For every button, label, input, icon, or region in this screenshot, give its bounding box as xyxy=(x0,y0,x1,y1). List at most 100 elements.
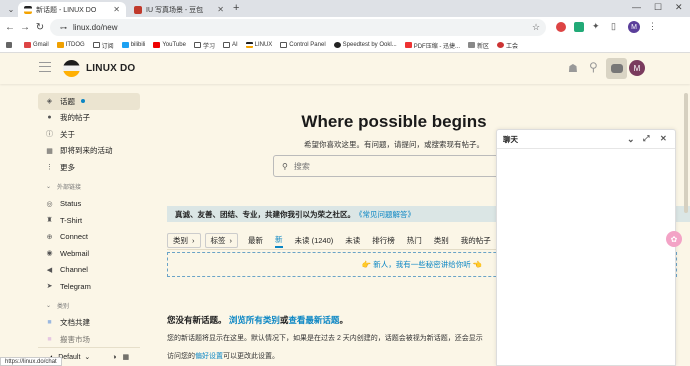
chat-drawer: 聊天 ⌄ ⤢ ✕ xyxy=(496,129,676,366)
bookmark-pdf[interactable]: PDF压缩 - 迅捷... xyxy=(404,41,460,50)
extension-icon[interactable] xyxy=(574,22,584,32)
bookmark-bilibili[interactable]: bilibili xyxy=(121,42,145,48)
bookmark-control-panel[interactable]: Control Panel xyxy=(280,42,326,48)
site-header: LINUX DO ☗ ⚲ M xyxy=(0,53,690,84)
preferences-link[interactable]: 偏好设置 xyxy=(195,353,223,360)
tab-latest[interactable]: 最新 xyxy=(248,233,263,248)
bookmark-itdog[interactable]: ITDOG xyxy=(56,42,85,48)
tab-new[interactable]: 新 xyxy=(275,233,283,248)
sidebar-link-tshirt[interactable]: ♜ T-Shirt xyxy=(38,212,140,229)
tab-search-icon[interactable]: ⌄ xyxy=(4,2,18,16)
gmail-icon xyxy=(24,42,31,48)
maximize-button[interactable]: ☐ xyxy=(654,2,662,13)
extension-icon[interactable] xyxy=(556,22,566,32)
extensions-puzzle-icon[interactable]: ✦ xyxy=(592,21,600,32)
tab-linuxdo[interactable]: 新话题 - LINUX DO ✕ xyxy=(18,2,126,17)
sidebar-category-docs[interactable]: ■ 文档共建 xyxy=(38,315,140,332)
reload-icon[interactable]: ↻ xyxy=(33,20,47,34)
calendar-icon: ▦ xyxy=(46,147,53,155)
chat-button[interactable] xyxy=(606,58,627,79)
new-tab-button[interactable]: + xyxy=(233,2,239,14)
close-window-button[interactable]: ✕ xyxy=(675,2,683,13)
apps-grid-icon[interactable] xyxy=(6,42,14,48)
bookmark-star-icon[interactable]: ☆ xyxy=(532,22,540,33)
tab-leaderboard[interactable]: 排行榜 xyxy=(372,233,395,248)
collapse-chevron-icon[interactable]: ⌄ xyxy=(627,134,635,145)
close-tab-icon[interactable]: ✕ xyxy=(217,5,224,14)
category-square-icon: ■ xyxy=(47,319,52,327)
bookmark-gmail[interactable]: Gmail xyxy=(24,42,49,48)
expand-icon[interactable]: ⤢ xyxy=(643,134,649,144)
sidebar-item-events[interactable]: ▦ 即将到来的活动 xyxy=(38,143,140,160)
tab-unread[interactable]: 未读 xyxy=(345,233,360,248)
category-dropdown[interactable]: 类别 › xyxy=(167,232,201,248)
menu-dots-icon[interactable]: ⋮ xyxy=(648,21,657,32)
chevron-right-icon: › xyxy=(229,235,233,245)
mail-icon: ◉ xyxy=(46,250,53,258)
scrollbar[interactable] xyxy=(684,93,688,213)
minimize-button[interactable]: — xyxy=(632,2,641,12)
sidebar-section-links[interactable]: ⌄ 外部链接 xyxy=(38,178,140,196)
site-name[interactable]: LINUX DO xyxy=(86,63,135,74)
dark-mode-icon[interactable]: ◑ xyxy=(112,354,116,361)
pdf-icon xyxy=(404,42,412,48)
back-icon[interactable]: ← xyxy=(3,20,17,34)
linuxdo-icon xyxy=(245,42,253,48)
tag-dropdown[interactable]: 标签 › xyxy=(204,232,238,248)
chat-header: 聊天 ⌄ ⤢ ✕ xyxy=(497,130,675,149)
view-latest-link[interactable]: 查看最新话题 xyxy=(288,315,339,325)
bookmark-folder[interactable]: 学习 xyxy=(193,41,215,50)
tab-unread-count[interactable]: 未读 (1240) xyxy=(295,233,334,248)
category-square-icon: ■ xyxy=(47,335,52,343)
close-icon[interactable]: ✕ xyxy=(660,134,667,143)
sidebar-item-more[interactable]: ⋮ 更多 xyxy=(38,159,140,176)
sidebar-toggle-icon[interactable]: ▯ xyxy=(611,21,616,32)
grid-icon[interactable]: ▦ xyxy=(123,353,130,361)
tab-categories[interactable]: 类别 xyxy=(434,233,449,248)
hamburger-menu-icon[interactable] xyxy=(39,62,51,72)
tab-doubao[interactable]: IU 写真场景 - 豆包 ✕ xyxy=(128,2,230,17)
tab-my-posts[interactable]: 我的帖子 xyxy=(461,233,491,248)
channel-icon: ◀ xyxy=(46,266,53,274)
bookmark-gonghui[interactable]: 工会 xyxy=(497,41,518,50)
bookmark-xinqu[interactable]: 新区 xyxy=(468,41,489,50)
bilibili-icon xyxy=(121,42,129,48)
address-bar[interactable]: ⊶ linux.do/new ☆ xyxy=(50,19,546,36)
chevron-right-icon: › xyxy=(192,235,195,245)
sidebar-section-categories[interactable]: ⌄ 类别 xyxy=(38,297,140,315)
site-info-icon[interactable]: ⊶ xyxy=(60,24,67,32)
close-tab-icon[interactable]: ✕ xyxy=(113,5,120,14)
sidebar-item-topics[interactable]: ◈ 话题 xyxy=(38,93,140,110)
browse-categories-link[interactable]: 浏览所有类别 xyxy=(229,315,280,325)
tab-strip: ⌄ 新话题 - LINUX DO ✕ IU 写真场景 - 豆包 ✕ + — ☐ … xyxy=(0,0,690,17)
search-input[interactable]: ⚲ 搜索 xyxy=(273,155,515,177)
bookmark-youtube[interactable]: YouTube xyxy=(153,42,186,48)
search-icon[interactable]: ⚲ xyxy=(589,60,598,74)
search-icon: ⚲ xyxy=(282,161,288,171)
sidebar-link-status[interactable]: ◎ Status xyxy=(38,196,140,213)
sidebar-item-my-posts[interactable]: ● 我的帖子 xyxy=(38,110,140,127)
robot-icon[interactable]: ☗ xyxy=(568,62,578,75)
sidebar-link-channel[interactable]: ◀ Channel xyxy=(38,262,140,279)
linuxdo-logo[interactable] xyxy=(63,60,80,77)
floating-helper-button[interactable]: ✿ xyxy=(666,231,682,247)
profile-avatar[interactable]: M xyxy=(628,21,640,33)
sidebar-link-connect[interactable]: ⊕ Connect xyxy=(38,229,140,246)
folder-icon xyxy=(193,42,201,48)
bookmark-speedtest[interactable]: Speedtest by Ookl... xyxy=(333,42,397,48)
tab-hot[interactable]: 热门 xyxy=(407,233,422,248)
sidebar-link-webmail[interactable]: ◉ Webmail xyxy=(38,245,140,262)
status-icon: ◎ xyxy=(46,200,53,208)
forward-icon[interactable]: → xyxy=(18,20,32,34)
user-avatar[interactable]: M xyxy=(629,60,645,76)
sidebar-link-telegram[interactable]: ➤ Telegram xyxy=(38,278,140,295)
bookmark-folder[interactable]: 订阅 xyxy=(92,41,114,50)
sidebar-category-market[interactable]: ■ 搬害市场 xyxy=(38,331,140,348)
unread-dot xyxy=(81,99,85,104)
faq-link[interactable]: 《常见问题解答》 xyxy=(355,209,415,220)
bookmark-folder[interactable]: AI xyxy=(222,42,238,48)
folder-icon xyxy=(280,42,288,48)
user-icon: ● xyxy=(47,114,52,122)
sidebar-item-about[interactable]: ⓘ 关于 xyxy=(38,126,140,143)
bookmark-linux[interactable]: LINUX xyxy=(245,42,272,48)
